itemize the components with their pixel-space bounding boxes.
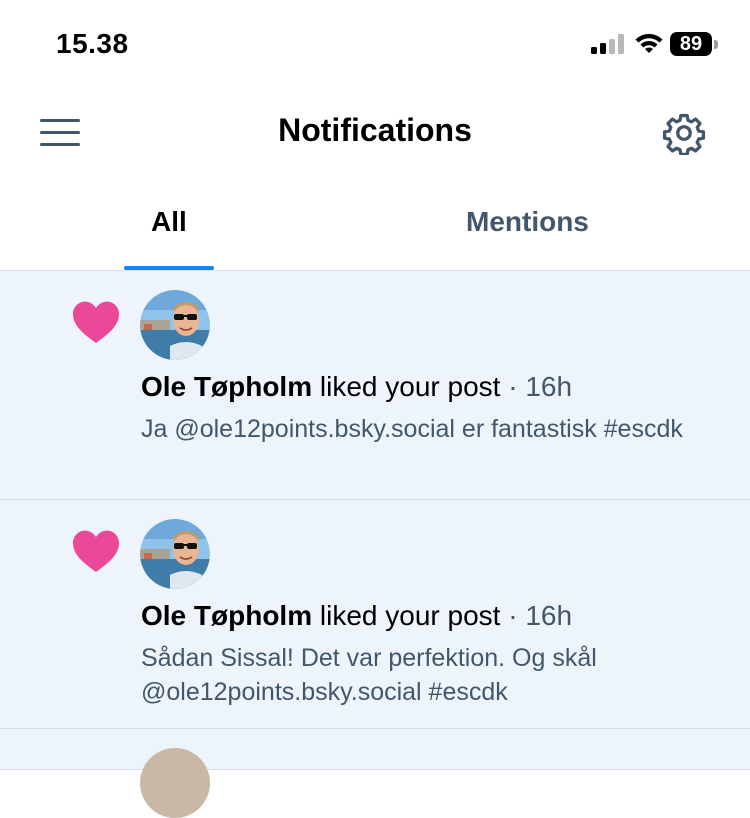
notification-item[interactable]: Ole Tøpholm liked your post · 16h Ja @ol…	[0, 271, 750, 500]
status-bar: 15.38 89	[0, 0, 750, 90]
notification-post-text: Sådan Sissal! Det var perfektion. Og skå…	[141, 644, 597, 706]
notification-action: liked your post	[319, 600, 501, 631]
notification-summary: Ole Tøpholm liked your post · 16h	[141, 371, 572, 403]
notification-time: 16h	[525, 600, 573, 631]
separator-dot: ·	[508, 600, 518, 631]
notification-summary: Ole Tøpholm liked your post · 16h	[141, 600, 572, 632]
separator-dot: ·	[508, 371, 518, 402]
app-header: Notifications	[0, 90, 750, 174]
tab-all[interactable]: All	[151, 206, 187, 238]
battery-icon: 89	[670, 32, 720, 58]
heart-icon	[73, 530, 119, 572]
status-time: 15.38	[56, 28, 129, 59]
notification-action: liked your post	[319, 371, 501, 402]
cellular-signal-icon	[591, 34, 624, 54]
page-title: Notifications	[278, 112, 472, 148]
user-name[interactable]: Ole Tøpholm	[141, 600, 312, 631]
gear-icon[interactable]	[662, 111, 706, 155]
avatar[interactable]	[140, 290, 210, 360]
tab-mentions[interactable]: Mentions	[466, 206, 589, 238]
user-name[interactable]: Ole Tøpholm	[141, 371, 312, 402]
notification-post-text: Ja @ole12points.bsky.social er fantastis…	[141, 415, 683, 443]
tab-bar: All Mentions	[0, 180, 750, 271]
avatar[interactable]	[140, 748, 210, 818]
heart-icon	[73, 301, 119, 343]
notification-item[interactable]	[0, 729, 750, 818]
notification-time: 16h	[525, 371, 573, 402]
battery-nub	[714, 40, 718, 49]
battery-level: 89	[670, 32, 712, 56]
avatar[interactable]	[140, 519, 210, 589]
wifi-icon	[635, 33, 663, 53]
notification-item[interactable]: Ole Tøpholm liked your post · 16h Sådan …	[0, 500, 750, 729]
active-tab-indicator	[124, 266, 214, 270]
